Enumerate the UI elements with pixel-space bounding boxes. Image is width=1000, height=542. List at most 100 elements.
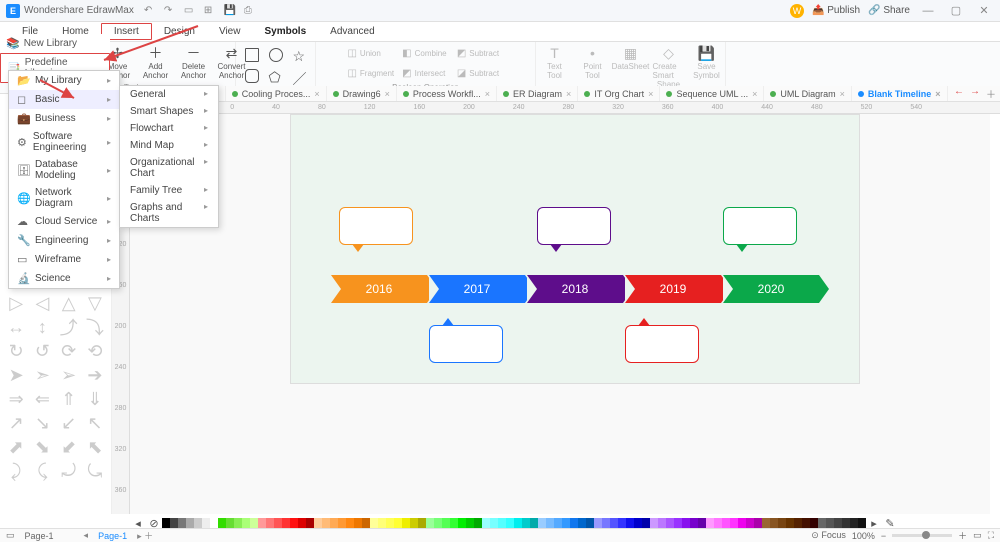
submenu-item[interactable]: Organizational Chart▸ <box>120 154 218 182</box>
new-icon[interactable]: ▭ <box>184 5 196 17</box>
color-swatch[interactable] <box>546 518 554 528</box>
tab-close-icon[interactable]: × <box>314 89 319 99</box>
submenu-item[interactable]: Smart Shapes▸ <box>120 103 218 120</box>
color-swatch[interactable] <box>602 518 610 528</box>
color-swatch[interactable] <box>538 518 546 528</box>
color-swatch[interactable] <box>858 518 866 528</box>
ribbon-tool[interactable]: －DeleteAnchor <box>178 44 210 80</box>
color-swatch[interactable] <box>738 518 746 528</box>
color-swatch[interactable] <box>282 518 290 528</box>
shape-stencil[interactable]: ⤸ <box>4 460 28 482</box>
timeline-chevron[interactable]: 2019 <box>625 275 721 303</box>
color-swatch[interactable] <box>650 518 658 528</box>
timeline-chevron[interactable]: 2017 <box>429 275 525 303</box>
color-swatch[interactable] <box>594 518 602 528</box>
color-swatch[interactable] <box>410 518 418 528</box>
color-swatch[interactable] <box>338 518 346 528</box>
shape-stencil[interactable]: ▷ <box>4 292 28 314</box>
color-swatch[interactable] <box>178 518 186 528</box>
shape-stencil[interactable]: ⬉ <box>83 436 107 458</box>
color-swatch[interactable] <box>330 518 338 528</box>
libmenu-item[interactable]: 🔧Engineering▸ <box>9 231 119 250</box>
zoom-out-icon[interactable]: − <box>881 531 886 541</box>
libmenu-item[interactable]: ☁Cloud Service▸ <box>9 212 119 231</box>
libmenu-item[interactable]: 🗄Database Modeling▸ <box>9 156 119 184</box>
undo-icon[interactable]: ↶ <box>144 5 156 17</box>
tab-close-icon[interactable]: × <box>566 89 571 99</box>
color-swatch[interactable] <box>354 518 362 528</box>
minimize-icon[interactable]: — <box>918 5 938 17</box>
color-swatch[interactable] <box>322 518 330 528</box>
color-swatch[interactable] <box>162 518 170 528</box>
tab-close-icon[interactable]: × <box>935 89 940 99</box>
shape-stencil[interactable]: ↗ <box>4 412 28 434</box>
shape-stencil[interactable]: ➤ <box>4 364 28 386</box>
ribbon-tool[interactable]: ＋AddAnchor <box>140 44 172 80</box>
tab-scroll-left-icon[interactable]: ← <box>954 86 964 101</box>
document-tab[interactable]: ER Diagram× <box>497 86 578 101</box>
color-swatch[interactable] <box>258 518 266 528</box>
document-tab[interactable]: Drawing6× <box>327 86 397 101</box>
tab-close-icon[interactable]: × <box>385 89 390 99</box>
shape-stencil[interactable]: ⬊ <box>30 436 54 458</box>
publish-button[interactable]: 📤 Publish <box>812 5 860 16</box>
maximize-icon[interactable]: ▢ <box>946 4 966 17</box>
color-swatch[interactable] <box>170 518 178 528</box>
color-swatch[interactable] <box>226 518 234 528</box>
add-tab-icon[interactable]: ＋ <box>986 86 996 101</box>
tab-close-icon[interactable]: × <box>485 89 490 99</box>
color-swatch[interactable] <box>402 518 410 528</box>
color-swatch[interactable] <box>826 518 834 528</box>
canvas-area[interactable]: 20162017201820192020 <box>130 114 990 514</box>
color-swatch[interactable] <box>610 518 618 528</box>
menu-design[interactable]: Design <box>152 24 207 39</box>
avatar[interactable]: W <box>790 4 804 18</box>
share-button[interactable]: 🔗 Share <box>868 5 910 16</box>
color-swatch[interactable] <box>586 518 594 528</box>
color-swatch[interactable] <box>706 518 714 528</box>
color-swatch[interactable] <box>458 518 466 528</box>
redo-icon[interactable]: ↷ <box>164 5 176 17</box>
shape-stencil[interactable]: ↺ <box>30 340 54 362</box>
submenu-item[interactable]: Family Tree▸ <box>120 182 218 199</box>
close-icon[interactable]: ✕ <box>974 4 994 17</box>
color-swatch[interactable] <box>450 518 458 528</box>
libmenu-item[interactable]: ⚙Software Engineering▸ <box>9 128 119 156</box>
color-swatch[interactable] <box>314 518 322 528</box>
fit-page-icon[interactable]: ▭ <box>973 530 982 541</box>
color-swatch[interactable] <box>498 518 506 528</box>
roundrect-shape-icon[interactable] <box>245 69 259 83</box>
shape-stencil[interactable]: ↖ <box>83 412 107 434</box>
tab-close-icon[interactable]: × <box>752 89 757 99</box>
shape-stencil[interactable]: ⤾ <box>57 460 81 482</box>
color-swatch[interactable] <box>194 518 202 528</box>
color-swatch[interactable] <box>234 518 242 528</box>
color-swatch[interactable] <box>386 518 394 528</box>
color-swatch[interactable] <box>426 518 434 528</box>
shape-stencil[interactable]: ▽ <box>83 292 107 314</box>
shape-stencil[interactable]: ⤴ <box>57 316 81 338</box>
callout-bubble[interactable] <box>429 325 503 363</box>
color-swatch[interactable] <box>522 518 530 528</box>
color-swatch[interactable] <box>746 518 754 528</box>
color-swatch[interactable] <box>658 518 666 528</box>
color-swatch[interactable] <box>562 518 570 528</box>
shape-stencil[interactable]: ⬋ <box>57 436 81 458</box>
shape-stencil[interactable]: ⇒ <box>4 388 28 410</box>
color-swatch[interactable] <box>506 518 514 528</box>
shape-stencil[interactable]: ↕ <box>30 316 54 338</box>
color-swatch[interactable] <box>810 518 818 528</box>
color-swatch[interactable] <box>794 518 802 528</box>
color-swatch[interactable] <box>722 518 730 528</box>
shape-stencil[interactable]: ⤹ <box>30 460 54 482</box>
color-swatch[interactable] <box>690 518 698 528</box>
color-swatch[interactable] <box>490 518 498 528</box>
color-swatch[interactable] <box>186 518 194 528</box>
ellipse-shape-icon[interactable] <box>269 48 283 62</box>
shape-stencil[interactable]: ⟲ <box>83 340 107 362</box>
libmenu-item[interactable]: 📂My Library▸ <box>9 71 119 90</box>
callout-bubble[interactable] <box>625 325 699 363</box>
color-swatch[interactable] <box>210 518 218 528</box>
shape-stencil[interactable]: ↙ <box>57 412 81 434</box>
color-swatch[interactable] <box>482 518 490 528</box>
